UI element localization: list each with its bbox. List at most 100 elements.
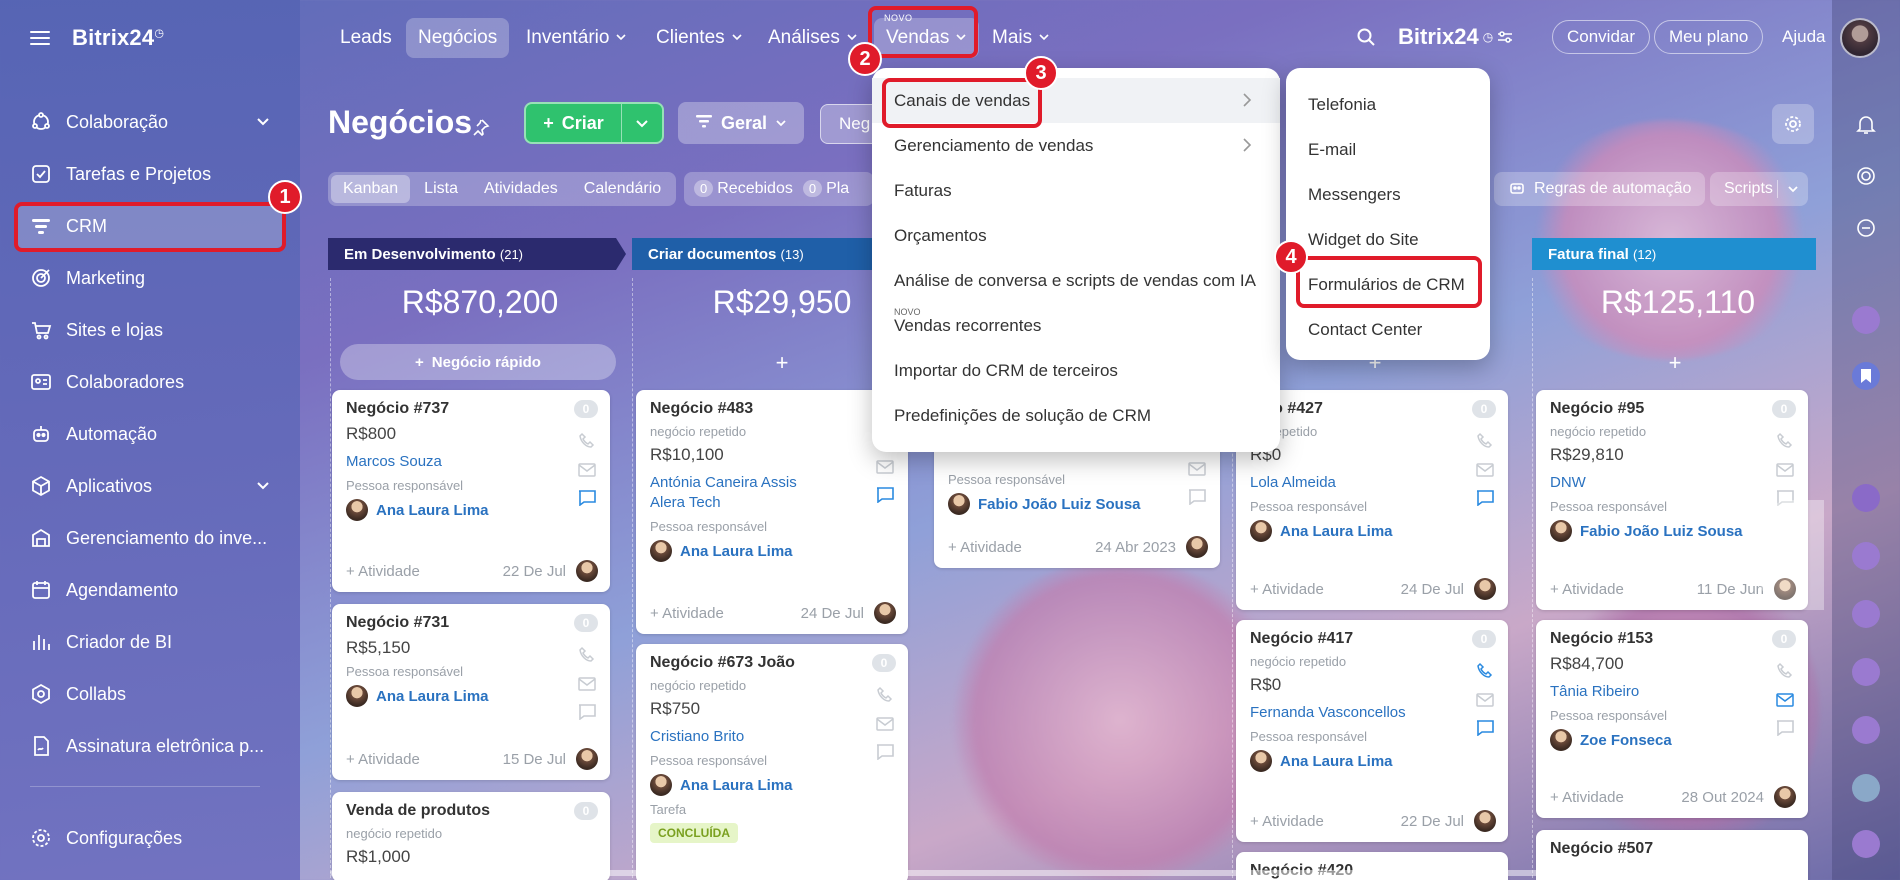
add-deal-button[interactable]: + xyxy=(1540,350,1810,376)
help-link[interactable]: Ajuda xyxy=(1782,18,1825,56)
client-link[interactable]: Cristiano Brito xyxy=(650,727,894,747)
client-link[interactable]: Lola Almeida xyxy=(1250,473,1494,493)
chat-icon[interactable] xyxy=(1476,720,1494,739)
chat-contact-icon[interactable] xyxy=(1852,830,1880,858)
sidebar-item-inventario[interactable]: Gerenciamento do inve... xyxy=(14,516,284,560)
filter-search-input[interactable]: Neg xyxy=(820,104,880,144)
column-header-fatura-final[interactable]: Fatura final (12) xyxy=(1534,236,1656,272)
sidebar-item-automacao[interactable]: Automação xyxy=(14,412,284,456)
mail-icon[interactable] xyxy=(1776,693,1794,710)
client-link[interactable]: Tânia Ribeiro xyxy=(1550,682,1794,702)
view-calendario[interactable]: Calendário xyxy=(572,175,673,203)
mail-icon[interactable] xyxy=(578,677,596,694)
add-activity-link[interactable]: + Atividade xyxy=(346,563,420,580)
mail-icon[interactable] xyxy=(1476,693,1494,710)
menu-item-analise-de-conversa[interactable]: Análise de conversa e scripts de vendas … xyxy=(872,258,1280,303)
phone-icon[interactable] xyxy=(1476,432,1494,453)
deal-card-737[interactable]: Negócio #737 0 R$800 Marcos Souza Pessoa… xyxy=(332,390,610,592)
menu-item-email[interactable]: E-mail xyxy=(1286,127,1490,172)
mail-icon[interactable] xyxy=(1476,463,1494,480)
chat-contact-icon[interactable] xyxy=(1852,600,1880,628)
menu-item-predefinicoes[interactable]: Predefinições de solução de CRM xyxy=(872,393,1280,438)
menu-item-orcamentos[interactable]: Orçamentos xyxy=(872,213,1280,258)
chat-contact-icon[interactable] xyxy=(1852,306,1880,334)
horizontal-scrollbar[interactable] xyxy=(330,870,1780,876)
responsible-person[interactable]: Ana Laura Lima xyxy=(346,499,596,521)
responsible-person[interactable]: Ana Laura Lima xyxy=(346,685,596,707)
view-atividades[interactable]: Atividades xyxy=(472,175,570,203)
add-activity-link[interactable]: + Atividade xyxy=(1550,789,1624,806)
menu-item-vendas-recorrentes[interactable]: NOVO Vendas recorrentes xyxy=(872,303,1280,348)
sidebar-item-colaboracao[interactable]: Colaboração xyxy=(14,100,284,144)
chat-icon[interactable] xyxy=(1852,214,1880,242)
sidebar-item-aplicativos[interactable]: Aplicativos xyxy=(14,464,284,508)
phone-icon[interactable] xyxy=(1476,662,1494,683)
menu-icon[interactable] xyxy=(30,31,50,45)
copilot-icon[interactable] xyxy=(1852,162,1880,190)
add-activity-link[interactable]: + Atividade xyxy=(346,751,420,768)
mail-icon[interactable] xyxy=(876,460,894,477)
tab-negocios[interactable]: Negócios xyxy=(406,18,510,58)
add-activity-link[interactable]: + Atividade xyxy=(1250,581,1324,598)
sidebar-item-collabs[interactable]: Collabs xyxy=(14,672,284,716)
brand-title[interactable]: Bitrix24 ◷ xyxy=(1398,18,1513,56)
responsible-person[interactable]: Ana Laura Lima xyxy=(1250,750,1494,772)
chat-icon[interactable] xyxy=(876,487,894,506)
chat-contact-icon[interactable] xyxy=(1852,774,1880,802)
menu-item-gerenciamento-de-vendas[interactable]: Gerenciamento de vendas xyxy=(872,123,1280,168)
deal-card-153[interactable]: Negócio #153 0 R$84,700 Tânia Ribeiro Pe… xyxy=(1536,620,1808,818)
add-activity-link[interactable]: + Atividade xyxy=(1250,813,1324,830)
view-lista[interactable]: Lista xyxy=(412,175,470,203)
sidebar-item-tarefas[interactable]: Tarefas e Projetos xyxy=(14,152,284,196)
responsible-person[interactable]: Ana Laura Lima xyxy=(650,774,894,796)
menu-item-messengers[interactable]: Messengers xyxy=(1286,172,1490,217)
settings-gear-button[interactable] xyxy=(1772,104,1814,144)
tab-leads[interactable]: Leads xyxy=(328,18,404,58)
chat-icon[interactable] xyxy=(1188,489,1206,508)
sidebar-item-configuracoes[interactable]: Configurações xyxy=(14,816,284,860)
sidebar-item-bi[interactable]: Criador de BI xyxy=(14,620,284,664)
add-activity-link[interactable]: + Atividade xyxy=(1550,581,1624,598)
tab-mais[interactable]: Mais xyxy=(980,18,1062,58)
menu-item-telefonia[interactable]: Telefonia xyxy=(1286,82,1490,127)
counter-received[interactable]: 0 Recebidos xyxy=(694,180,793,198)
mail-icon[interactable] xyxy=(1188,462,1206,479)
chat-contact-icon[interactable] xyxy=(1852,484,1880,512)
chat-contact-icon[interactable] xyxy=(1852,716,1880,744)
column-header-criar-documentos[interactable]: Criar documentos (13) xyxy=(634,236,804,272)
sidebar-item-agendamento[interactable]: Agendamento xyxy=(14,568,284,612)
chat-icon[interactable] xyxy=(578,490,596,509)
chat-icon[interactable] xyxy=(1476,490,1494,509)
chat-icon[interactable] xyxy=(1776,720,1794,739)
create-button[interactable]: + Criar xyxy=(524,102,664,144)
automation-rules-button[interactable]: Regras de automação xyxy=(1494,172,1706,206)
responsible-person[interactable]: Fabio João Luiz Sousa xyxy=(948,493,1206,515)
chevron-down-icon[interactable] xyxy=(1778,183,1808,195)
responsible-person[interactable]: Ana Laura Lima xyxy=(1250,520,1494,542)
mail-icon[interactable] xyxy=(578,463,596,480)
pipeline-selector[interactable]: Geral xyxy=(678,102,804,144)
deal-card-673[interactable]: Negócio #673 João 0 negócio repetido R$7… xyxy=(636,644,908,880)
chat-icon[interactable] xyxy=(876,744,894,763)
mail-icon[interactable] xyxy=(876,717,894,734)
deal-card-venda-produtos[interactable]: Venda de produtos 0 negócio repetido R$1… xyxy=(332,792,610,880)
tab-clientes[interactable]: Clientes xyxy=(644,18,755,58)
bookmark-icon[interactable] xyxy=(1852,362,1880,390)
client-link[interactable]: DNW xyxy=(1550,473,1794,493)
mail-icon[interactable] xyxy=(1776,463,1794,480)
deal-card-middle[interactable]: Pessoa responsável Fabio João Luiz Sousa… xyxy=(934,440,1220,568)
phone-icon[interactable] xyxy=(1776,432,1794,453)
client-link[interactable]: Marcos Souza xyxy=(346,452,596,472)
menu-item-contact-center[interactable]: Contact Center xyxy=(1286,307,1490,352)
sidebar-item-assinatura[interactable]: Assinatura eletrônica p... xyxy=(14,724,284,768)
menu-item-importar-crm[interactable]: Importar do CRM de terceiros xyxy=(872,348,1280,393)
chat-icon[interactable] xyxy=(578,704,596,723)
deal-card-483[interactable]: Negócio #483 negócio repetido R$10,100 A… xyxy=(636,390,908,634)
plan-button[interactable]: Meu plano xyxy=(1654,18,1764,56)
bell-icon[interactable] xyxy=(1852,110,1880,138)
responsible-person[interactable]: Zoe Fonseca xyxy=(1550,729,1794,751)
client-link[interactable]: Fernanda Vasconcellos xyxy=(1250,703,1494,723)
deal-card-417[interactable]: Negócio #417 0 negócio repetido R$0 Fern… xyxy=(1236,620,1508,842)
sidebar-item-colaboradores[interactable]: Colaboradores xyxy=(14,360,284,404)
pin-icon[interactable] xyxy=(472,118,490,139)
